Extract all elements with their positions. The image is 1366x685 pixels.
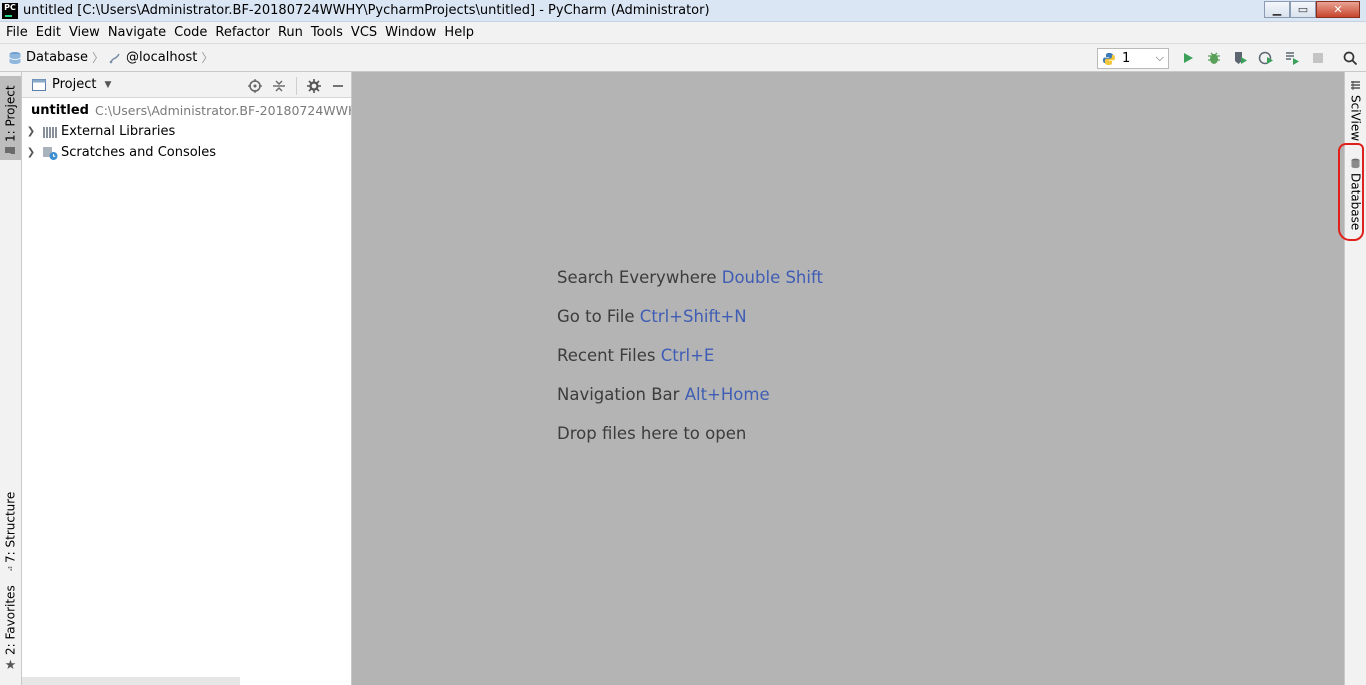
menu-refactor[interactable]: Refactor [211, 25, 274, 40]
hint-shortcut: Double Shift [721, 268, 823, 287]
editor-empty-hints: Search Everywhere Double Shift Go to Fil… [557, 268, 823, 463]
tool-tab-project-label: 1: Project [3, 85, 18, 142]
hint-search-everywhere: Search Everywhere Double Shift [557, 268, 823, 290]
toolbar-divider [296, 77, 297, 95]
chevron-down-icon: ▼ [104, 79, 112, 90]
minimize-button[interactable]: ▁ [1264, 1, 1290, 18]
tool-tab-project[interactable]: 1: Project [0, 76, 21, 160]
chevron-right-icon[interactable]: ❯ [24, 126, 38, 137]
window-controls: ▁ ▭ ✕ [1264, 1, 1360, 18]
tree-item-external-libraries[interactable]: ❯ External Libraries [22, 121, 351, 142]
menu-bar: File Edit View Navigate Code Refactor Ru… [0, 22, 1366, 43]
menu-window[interactable]: Window [381, 25, 440, 40]
tree-item-label: Scratches and Consoles [61, 145, 217, 160]
title-bar: PC untitled [C:\Users\Administrator.BF-2… [0, 0, 1366, 22]
coverage-icon[interactable] [1232, 50, 1248, 66]
hint-text: Go to File [557, 307, 635, 326]
menu-view[interactable]: View [65, 25, 104, 40]
hint-shortcut: Ctrl+E [660, 346, 715, 365]
menu-code[interactable]: Code [170, 25, 211, 40]
scratches-icon [43, 146, 58, 160]
tree-item-label: External Libraries [61, 124, 176, 139]
run-configuration-value: 1 [1122, 51, 1131, 66]
menu-run[interactable]: Run [274, 25, 307, 40]
hint-go-to-file: Go to File Ctrl+Shift+N [557, 307, 823, 329]
profile-icon[interactable] [1258, 50, 1274, 66]
horizontal-scrollbar[interactable] [22, 677, 240, 685]
menu-file[interactable]: File [2, 25, 32, 40]
breadcrumb: Database 〉 @localhost 〉 [8, 49, 217, 66]
tool-tab-sciview-label: SciView [1348, 95, 1363, 142]
folder-icon [5, 147, 16, 154]
hint-text: Search Everywhere [557, 268, 717, 287]
project-panel-title: Project [52, 77, 97, 92]
project-panel-tools [248, 77, 345, 95]
stop-icon[interactable] [1310, 50, 1326, 66]
chevron-right-icon: 〉 [92, 51, 105, 65]
project-view-icon [32, 78, 46, 91]
collapse-all-icon[interactable] [272, 79, 286, 93]
run-concurrency-icon[interactable] [1284, 50, 1300, 66]
menu-vcs[interactable]: VCS [347, 25, 381, 40]
run-configuration-select[interactable]: 1 ⌵ [1097, 48, 1169, 69]
structure-icon [8, 566, 13, 571]
breadcrumb-database[interactable]: Database [26, 50, 88, 65]
sciview-icon [1351, 81, 1360, 90]
hint-recent-files: Recent Files Ctrl+E [557, 346, 823, 368]
hint-text: Drop files here to open [557, 424, 747, 443]
tree-item-path: C:\Users\Administrator.BF-20180724WWHY [94, 103, 351, 118]
database-icon [9, 51, 21, 64]
menu-help[interactable]: Help [440, 25, 478, 40]
run-icon[interactable] [1180, 50, 1196, 66]
star-icon: ★ [3, 658, 18, 673]
tool-tab-favorites-label: 2: Favorites [3, 585, 18, 655]
tool-tab-structure[interactable]: 7: Structure [0, 492, 21, 574]
project-panel-header: Project ▼ [22, 72, 351, 98]
locate-icon[interactable] [248, 79, 262, 93]
pycharm-logo-icon: PC [2, 2, 18, 19]
tool-tab-favorites[interactable]: ★ 2: Favorites [0, 585, 21, 676]
close-button[interactable]: ✕ [1316, 1, 1360, 18]
connection-icon [109, 53, 120, 63]
hint-shortcut: Alt+Home [684, 385, 770, 404]
python-icon [1103, 52, 1115, 65]
chevron-right-icon[interactable]: ❯ [24, 147, 38, 158]
hint-drop-files: Drop files here to open [557, 424, 823, 446]
navigation-bar: Database 〉 @localhost 〉 1 ⌵ [0, 43, 1366, 72]
hint-text: Navigation Bar [557, 385, 680, 404]
hint-navigation-bar: Navigation Bar Alt+Home [557, 385, 823, 407]
project-panel: Project ▼ untitled C:\Users\Administrato… [22, 72, 352, 685]
project-view-selector[interactable]: Project ▼ [32, 77, 111, 92]
left-tool-strip: 1: Project 7: Structure ★ 2: Favorites [0, 72, 22, 685]
menu-edit[interactable]: Edit [32, 25, 65, 40]
tree-item-untitled[interactable]: untitled C:\Users\Administrator.BF-20180… [22, 100, 351, 121]
chevron-right-icon: 〉 [201, 51, 214, 65]
maximize-button[interactable]: ▭ [1290, 1, 1316, 18]
window-title: untitled [C:\Users\Administrator.BF-2018… [23, 3, 710, 18]
tool-tab-structure-label: 7: Structure [3, 492, 18, 564]
editor-area: Search Everywhere Double Shift Go to Fil… [352, 72, 1344, 685]
hint-shortcut: Ctrl+Shift+N [639, 307, 747, 326]
tree-item-scratches[interactable]: ❯ Scratches and Consoles [22, 142, 351, 163]
gear-icon[interactable] [307, 79, 321, 93]
project-tree: untitled C:\Users\Administrator.BF-20180… [22, 98, 351, 163]
tool-tab-sciview[interactable]: SciView [1345, 80, 1366, 144]
debug-icon[interactable] [1206, 50, 1222, 66]
breadcrumb-localhost[interactable]: @localhost [126, 50, 197, 65]
menu-navigate[interactable]: Navigate [104, 25, 170, 40]
hint-text: Recent Files [557, 346, 656, 365]
chevron-down-icon: ⌵ [1155, 51, 1164, 64]
hide-panel-icon[interactable] [331, 79, 345, 93]
tree-item-label: untitled [31, 103, 89, 118]
library-icon [43, 126, 57, 138]
highlight-annotation [1338, 143, 1364, 241]
search-icon[interactable] [1342, 50, 1358, 66]
menu-tools[interactable]: Tools [307, 25, 347, 40]
